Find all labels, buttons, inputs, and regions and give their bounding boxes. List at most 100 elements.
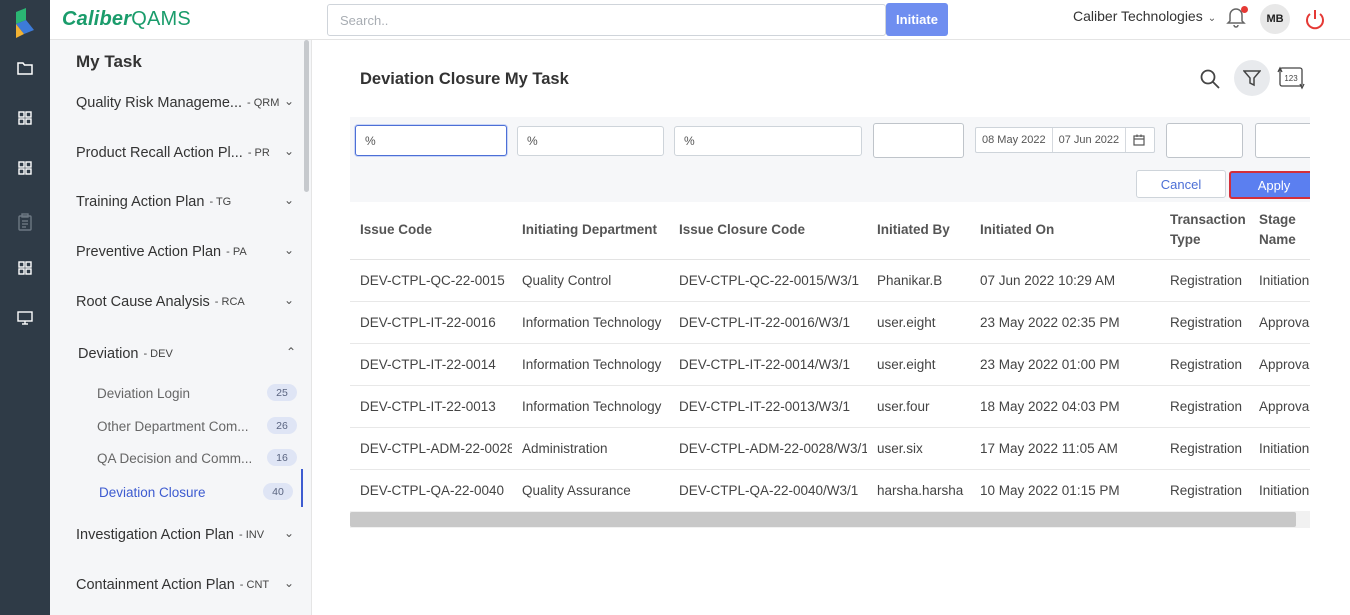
- task-table: Issue Code Initiating Department Issue C…: [350, 202, 1310, 512]
- table-row[interactable]: DEV-CTPL-ADM-22-0028 Administration DEV-…: [350, 427, 1310, 470]
- sidebar-subitem-deviation-login[interactable]: Deviation Login 25: [97, 382, 297, 404]
- main-content: Deviation Closure My Task 123 08 May 202…: [312, 40, 1350, 615]
- cell-issue-code[interactable]: DEV-CTPL-IT-22-0014: [350, 343, 512, 386]
- initiated-by-filter[interactable]: [873, 123, 964, 158]
- cell-initiated-by: Phanikar.B: [867, 259, 970, 302]
- cell-stage-name: Initiation: [1249, 259, 1310, 302]
- department-filter[interactable]: [517, 126, 664, 156]
- cell-closure-code: DEV-CTPL-IT-22-0013/W3/1: [669, 385, 867, 428]
- search-icon[interactable]: [1199, 68, 1221, 90]
- column-header[interactable]: Initiated By: [867, 202, 970, 260]
- clipboard-icon[interactable]: [11, 210, 39, 234]
- table-row[interactable]: DEV-CTPL-QA-22-0040 Quality Assurance DE…: [350, 469, 1310, 512]
- cell-initiated-by: user.eight: [867, 301, 970, 344]
- cancel-button[interactable]: Cancel: [1136, 170, 1226, 198]
- app-brand[interactable]: CaliberQAMS: [62, 8, 191, 31]
- cell-closure-code: DEV-CTPL-IT-22-0014/W3/1: [669, 343, 867, 386]
- stage-name-filter[interactable]: [1255, 123, 1310, 158]
- cell-closure-code: DEV-CTPL-QA-22-0040/W3/1: [669, 469, 867, 512]
- cell-closure-code: DEV-CTPL-IT-22-0016/W3/1: [669, 301, 867, 344]
- table-row[interactable]: DEV-CTPL-IT-22-0013 Information Technolo…: [350, 385, 1310, 428]
- cell-stage-name: Approval: [1249, 385, 1310, 428]
- count-badge: 25: [267, 384, 297, 401]
- cell-department: Quality Control: [512, 259, 669, 302]
- search-input[interactable]: [327, 4, 886, 36]
- column-header[interactable]: Issue Closure Code: [669, 202, 867, 260]
- closure-code-filter[interactable]: [674, 126, 862, 156]
- cell-department: Information Technology: [512, 343, 669, 386]
- column-header[interactable]: Initiating Department: [512, 202, 669, 260]
- chevron-down-icon: ⌄: [1207, 13, 1217, 24]
- sidebar-title: My Task: [76, 52, 142, 71]
- grid-icon[interactable]: [11, 106, 39, 130]
- cell-initiated-on: 23 May 2022 02:35 PM: [970, 301, 1160, 344]
- cell-initiated-by: user.four: [867, 385, 970, 428]
- filter-button[interactable]: [1234, 60, 1270, 96]
- transaction-type-filter[interactable]: [1166, 123, 1243, 158]
- horizontal-scrollbar[interactable]: [350, 511, 1310, 528]
- chevron-down-icon: ⌄: [283, 293, 294, 307]
- cell-transaction-type: Registration: [1160, 427, 1249, 470]
- chevron-up-icon: ⌃: [285, 345, 296, 359]
- sidebar-scrollbar[interactable]: [304, 40, 309, 192]
- sidebar-subitem-deviation-closure[interactable]: Deviation Closure 40: [99, 481, 293, 503]
- grid-icon[interactable]: [11, 256, 39, 280]
- grid-icon[interactable]: [11, 156, 39, 180]
- left-rail: [0, 0, 50, 615]
- sidebar: My Task Quality Risk Manageme... - QRM ⌄ P…: [50, 40, 312, 615]
- date-from[interactable]: 08 May 2022: [976, 128, 1053, 152]
- chevron-down-icon: ⌄: [283, 243, 294, 257]
- filter-icon: [1243, 70, 1261, 87]
- sidebar-item-tg[interactable]: Training Action Plan - TG ⌄: [76, 191, 296, 213]
- cell-department: Administration: [512, 427, 669, 470]
- issue-code-filter[interactable]: [355, 125, 507, 156]
- page-title: Deviation Closure My Task: [360, 70, 569, 88]
- chevron-down-icon: ⌄: [283, 94, 294, 108]
- cell-issue-code[interactable]: DEV-CTPL-QA-22-0040: [350, 469, 512, 512]
- cell-issue-code[interactable]: DEV-CTPL-QC-22-0015: [350, 259, 512, 302]
- cell-issue-code[interactable]: DEV-CTPL-ADM-22-0028: [350, 427, 512, 470]
- cell-department: Information Technology: [512, 301, 669, 344]
- sidebar-item-inv[interactable]: Investigation Action Plan - INV ⌄: [76, 524, 296, 546]
- sidebar-item-dev[interactable]: Deviation - DEV ⌃: [78, 343, 298, 365]
- date-range-picker[interactable]: 08 May 2022 07 Jun 2022: [975, 127, 1155, 153]
- apply-button[interactable]: Apply: [1229, 171, 1310, 199]
- column-header[interactable]: Issue Code: [350, 202, 512, 260]
- table-row[interactable]: DEV-CTPL-IT-22-0016 Information Technolo…: [350, 301, 1310, 344]
- sidebar-subitem-qa-decision[interactable]: QA Decision and Comm... 16: [97, 447, 297, 469]
- organization-selector[interactable]: Caliber Technologies ⌄: [1073, 8, 1216, 24]
- table-row[interactable]: DEV-CTPL-QC-22-0015 Quality Control DEV-…: [350, 259, 1310, 302]
- count-badge: 40: [263, 483, 293, 500]
- column-header[interactable]: Initiated On: [970, 202, 1160, 260]
- sidebar-item-pr[interactable]: Product Recall Action Pl... - PR ⌄: [76, 142, 296, 164]
- power-icon[interactable]: [1304, 8, 1326, 30]
- calendar-icon[interactable]: [1126, 134, 1152, 146]
- folder-icon[interactable]: [11, 56, 39, 80]
- cell-initiated-on: 17 May 2022 11:05 AM: [970, 427, 1160, 470]
- cell-stage-name: Approval: [1249, 343, 1310, 386]
- reset-counter-icon[interactable]: 123: [1276, 64, 1306, 92]
- user-avatar[interactable]: MB: [1260, 4, 1290, 34]
- sidebar-item-pa[interactable]: Preventive Action Plan - PA ⌄: [76, 241, 296, 263]
- notification-bell-icon[interactable]: [1226, 6, 1248, 30]
- cell-initiated-on: 10 May 2022 01:15 PM: [970, 469, 1160, 512]
- date-to[interactable]: 07 Jun 2022: [1053, 128, 1127, 152]
- sidebar-item-qrm[interactable]: Quality Risk Manageme... - QRM ⌄: [76, 92, 296, 114]
- sidebar-item-rca[interactable]: Root Cause Analysis - RCA ⌄: [76, 291, 296, 313]
- cell-initiated-on: 07 Jun 2022 10:29 AM: [970, 259, 1160, 302]
- cell-initiated-by: user.eight: [867, 343, 970, 386]
- table-row[interactable]: DEV-CTPL-IT-22-0014 Information Technolo…: [350, 343, 1310, 386]
- cell-transaction-type: Registration: [1160, 385, 1249, 428]
- monitor-icon[interactable]: [11, 306, 39, 330]
- sidebar-subitem-other-department[interactable]: Other Department Com... 26: [97, 415, 297, 437]
- active-indicator: [301, 469, 303, 507]
- cell-issue-code[interactable]: DEV-CTPL-IT-22-0013: [350, 385, 512, 428]
- column-header[interactable]: Stage Name: [1249, 202, 1310, 260]
- initiate-button[interactable]: Initiate: [886, 3, 948, 36]
- cell-stage-name: Initiation: [1249, 469, 1310, 512]
- sidebar-item-cnt[interactable]: Containment Action Plan - CNT ⌄: [76, 574, 296, 596]
- column-header[interactable]: Transaction Type: [1160, 202, 1249, 260]
- cell-issue-code[interactable]: DEV-CTPL-IT-22-0016: [350, 301, 512, 344]
- count-badge: 16: [267, 449, 297, 466]
- scrollbar-thumb[interactable]: [350, 512, 1296, 527]
